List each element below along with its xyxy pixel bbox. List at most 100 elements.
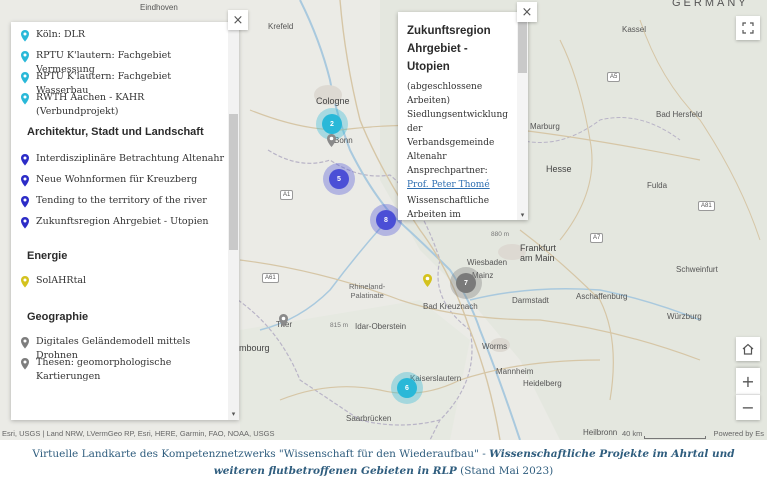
map-pin-marker[interactable] xyxy=(423,274,432,287)
cluster-count: 8 xyxy=(376,210,396,230)
place-label: Mannheim xyxy=(496,367,534,376)
fullscreen-button[interactable] xyxy=(736,16,760,40)
minus-icon: − xyxy=(741,398,755,417)
place-label: Hesse xyxy=(546,164,572,174)
place-label: Schweinfurt xyxy=(676,265,718,274)
attribution-text: Esri, USGS | Land NRW, LVermGeo RP, Esri… xyxy=(2,429,275,438)
legend-item-label: Zukunftsregion Ahrgebiet - Utopien xyxy=(36,216,209,227)
home-icon xyxy=(742,343,754,355)
scroll-down-icon[interactable]: ▾ xyxy=(518,211,527,219)
place-label: Worms xyxy=(482,342,508,351)
map-cluster-marker[interactable]: 5 xyxy=(323,163,355,195)
pin-icon xyxy=(21,196,29,208)
road-shield: A5 xyxy=(607,72,621,82)
legend-item[interactable]: Thesen: geomorphologische Kartierungen xyxy=(11,356,239,386)
cluster-count: 2 xyxy=(322,114,342,134)
place-label: Kassel xyxy=(622,25,647,34)
legend-scrollbar[interactable]: ▾ xyxy=(228,22,239,420)
zoom-in-button[interactable]: + xyxy=(736,368,760,394)
legend-item[interactable]: Digitales Geländemodell mittels Drohnen xyxy=(11,335,239,361)
pin-icon xyxy=(21,30,29,42)
pin-icon xyxy=(21,175,29,187)
legend-item-label: SolAHRtal xyxy=(36,275,87,286)
place-label: Fulda xyxy=(647,181,668,190)
elevation-label: 815 m xyxy=(330,322,349,329)
elevation-label: 880 m xyxy=(491,231,510,238)
pin-icon xyxy=(21,93,29,105)
popup-contact-link[interactable]: Prof. Peter Thomé xyxy=(407,180,490,190)
powered-by-link[interactable]: Powered by Es xyxy=(714,429,764,438)
cluster-count: 5 xyxy=(329,169,349,189)
popup-text: (abgeschlossene Arbeiten) Siedlungsentwi… xyxy=(407,82,509,176)
map-pin-marker[interactable] xyxy=(279,314,288,327)
map-cluster-marker[interactable]: 7 xyxy=(450,267,482,299)
close-icon: × xyxy=(232,12,244,28)
road-shield: A61 xyxy=(262,273,279,283)
pin-icon xyxy=(21,72,29,84)
map-caption: Virtuelle Landkarte des Kompetenznetzwer… xyxy=(20,446,747,480)
pin-icon xyxy=(21,51,29,63)
zoom-out-button[interactable]: − xyxy=(736,394,760,420)
cluster-count: 6 xyxy=(397,378,417,398)
pin-icon xyxy=(21,217,29,229)
place-label: Bad Kreuznach xyxy=(423,302,478,311)
legend-item[interactable]: Tending to the territory of the river xyxy=(11,194,239,215)
place-label: Saarbrücken xyxy=(346,414,392,423)
plus-icon: + xyxy=(741,371,755,391)
legend-item[interactable]: Neue Wohnformen für Kreuzberg xyxy=(11,173,239,194)
legend-section-heading: Geographie xyxy=(27,311,89,323)
legend-scrollbar-thumb[interactable] xyxy=(229,114,238,250)
place-label: Heidelberg xyxy=(523,379,562,388)
place-label: Bad Hersfeld xyxy=(656,110,703,119)
popup-scrollbar-thumb[interactable] xyxy=(518,18,527,73)
place-label: Frankfurt am Main xyxy=(520,243,557,263)
legend-item-label: RWTH Aachen - KAHR (Verbundprojekt) xyxy=(36,92,145,117)
pin-icon xyxy=(21,337,29,349)
legend-item-label: Interdisziplinäre Betrachtung Altenahr xyxy=(36,153,225,164)
legend-item[interactable]: RWTH Aachen - KAHR (Verbundprojekt) xyxy=(11,91,239,117)
place-label: Würzburg xyxy=(667,312,702,321)
home-button[interactable] xyxy=(736,337,760,361)
popup-title: Zukunftsregion Ahrgebiet - Utopien xyxy=(407,25,491,73)
place-label: Cologne xyxy=(316,96,350,106)
popup-close-button[interactable]: × xyxy=(517,2,537,22)
map-popup[interactable]: Zukunftsregion Ahrgebiet - Utopien (abge… xyxy=(398,12,528,220)
road-shield: A81 xyxy=(698,201,715,211)
map-pin-marker[interactable] xyxy=(327,134,336,147)
popup-scrollbar[interactable]: ▾ xyxy=(517,12,528,220)
map-attribution: Esri, USGS | Land NRW, LVermGeo RP, Esri… xyxy=(0,429,767,440)
cluster-count: 7 xyxy=(456,273,476,293)
place-label: Krefeld xyxy=(268,22,294,31)
scroll-down-icon[interactable]: ▾ xyxy=(229,410,238,418)
legend-item-label: Thesen: geomorphologische Kartierungen xyxy=(36,357,172,382)
region-label: Rhineland- Palatinate xyxy=(349,282,386,300)
legend-item-label: Tending to the territory of the river xyxy=(36,195,207,206)
place-label: Idar-Oberstein xyxy=(355,322,407,331)
road-shield: A1 xyxy=(280,190,294,200)
legend-section-heading: Architektur, Stadt und Landschaft xyxy=(27,126,204,138)
place-label: Eindhoven xyxy=(140,3,178,12)
legend-item[interactable]: SolAHRtal xyxy=(11,274,239,295)
legend-item[interactable]: Interdisziplinäre Betrachtung Altenahr xyxy=(11,152,239,173)
place-label: Wiesbaden xyxy=(467,258,508,267)
pin-icon xyxy=(21,358,29,370)
scale-bar xyxy=(644,436,706,439)
map-cluster-marker[interactable]: 6 xyxy=(391,372,423,404)
legend-item[interactable]: Köln: DLR xyxy=(11,28,239,49)
close-icon: × xyxy=(521,4,533,20)
legend-item[interactable]: Zukunftsregion Ahrgebiet - Utopien xyxy=(11,215,239,236)
scale-label: 40 km xyxy=(622,429,643,438)
legend-item[interactable]: RPTU K'lautern: Fachgebiet Vermessung xyxy=(11,49,239,75)
legend-panel[interactable]: Köln: DLR RPTU K'lautern: Fachgebiet Ver… xyxy=(11,22,239,420)
legend-close-button[interactable]: × xyxy=(228,10,248,30)
legend-item[interactable]: RPTU K'lautern: Fachgebiet Wasserbau xyxy=(11,70,239,96)
caption-date: (Stand Mai 2023) xyxy=(460,465,554,477)
road-shield: A7 xyxy=(590,233,604,243)
popup-text-continued: Wissenschaftliche Arbeiten im xyxy=(407,196,490,220)
legend-section-heading: Energie xyxy=(27,250,68,262)
place-label: Marburg xyxy=(530,122,560,131)
pin-icon xyxy=(21,276,29,288)
country-label: GERMANY xyxy=(672,0,749,9)
popup-body: (abgeschlossene Arbeiten) Siedlungsentwi… xyxy=(407,80,512,192)
pin-icon xyxy=(21,154,29,166)
